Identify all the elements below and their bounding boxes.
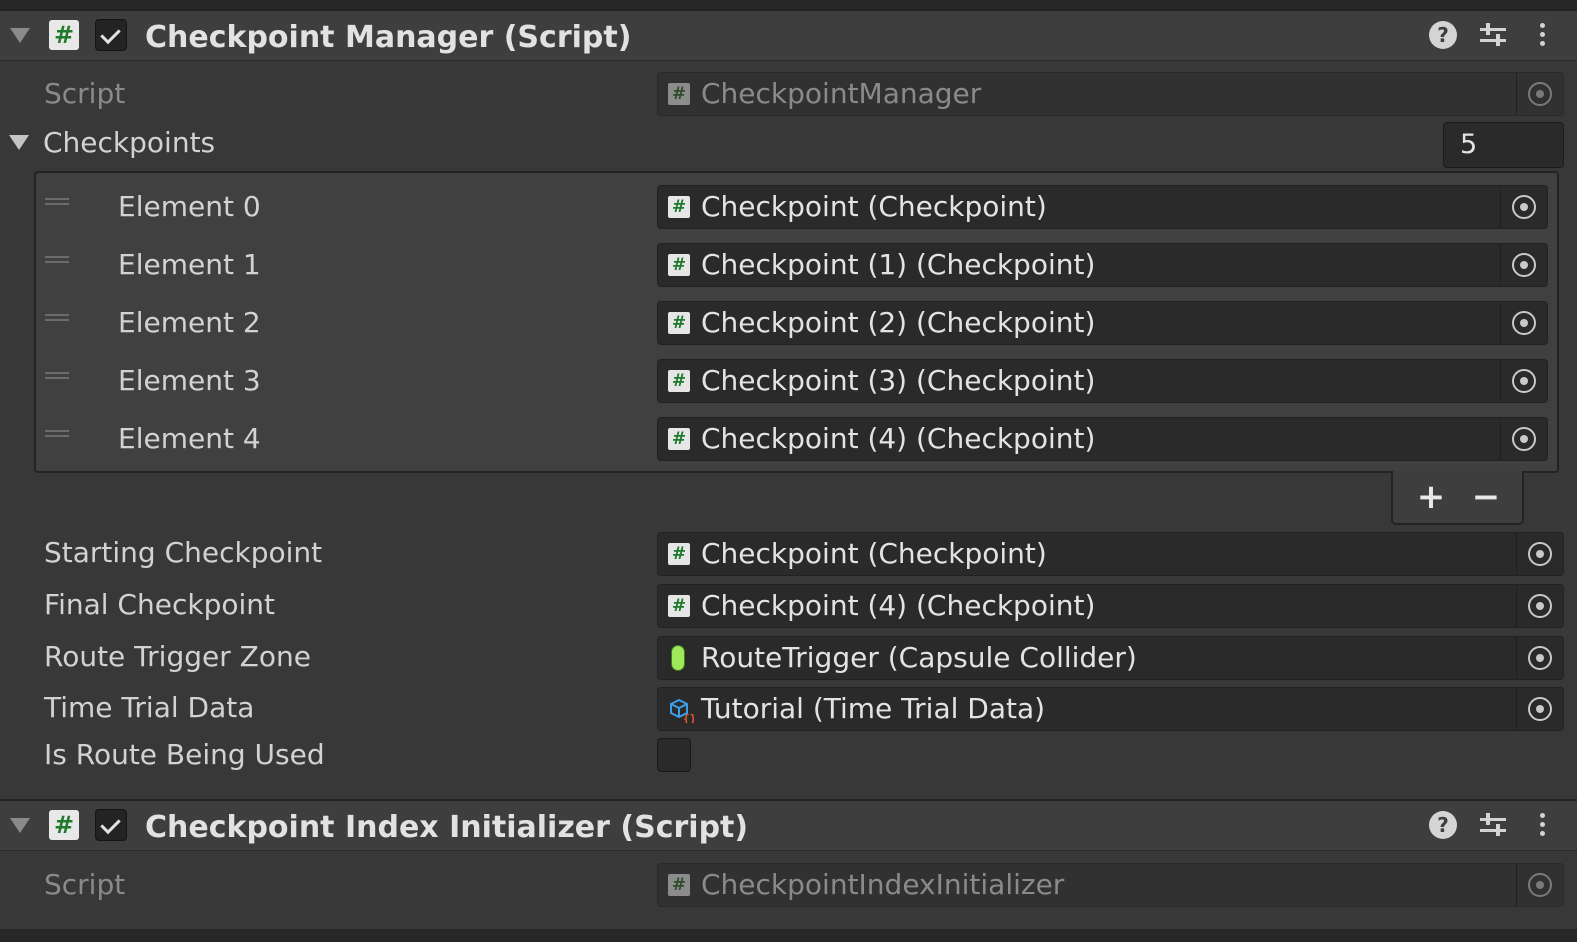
object-picker-icon xyxy=(1516,864,1563,906)
object-picker-icon[interactable] xyxy=(1500,360,1547,402)
bottom-divider xyxy=(0,929,1577,942)
element-value: Checkpoint (1) (Checkpoint) xyxy=(701,248,1096,281)
final-checkpoint-label: Final Checkpoint xyxy=(44,588,275,621)
element-label: Element 1 xyxy=(118,248,261,281)
is-route-being-used-checkbox[interactable] xyxy=(657,738,691,772)
time-trial-data-field[interactable]: {} Tutorial (Time Trial Data) xyxy=(657,687,1564,731)
object-picker-icon[interactable] xyxy=(1500,418,1547,460)
kebab-menu-icon[interactable] xyxy=(1530,21,1554,49)
script-value: CheckpointIndexInitializer xyxy=(701,868,1065,901)
kebab-menu-icon[interactable] xyxy=(1530,811,1554,839)
list-footer: + − xyxy=(1391,471,1524,525)
element-label: Element 4 xyxy=(118,422,261,455)
element-value: Checkpoint (2) (Checkpoint) xyxy=(701,306,1096,339)
script-icon: # xyxy=(668,254,690,276)
remove-element-button[interactable]: − xyxy=(1466,477,1506,517)
drag-handle-icon[interactable] xyxy=(45,314,69,321)
component-header-checkpoint-index-initializer[interactable]: # Checkpoint Index Initializer (Script) … xyxy=(0,799,1577,851)
route-trigger-zone-field[interactable]: RouteTrigger (Capsule Collider) xyxy=(657,636,1564,680)
element-label: Element 3 xyxy=(118,364,261,397)
help-icon[interactable]: ? xyxy=(1429,21,1457,49)
script-icon: # xyxy=(668,196,690,218)
script-icon: # xyxy=(49,20,79,50)
element-label: Element 0 xyxy=(118,190,261,223)
object-picker-icon xyxy=(1516,73,1563,115)
time-trial-data-label: Time Trial Data xyxy=(44,691,255,724)
component-header-checkpoint-manager[interactable]: # Checkpoint Manager (Script) ? xyxy=(0,9,1577,61)
presets-icon[interactable] xyxy=(1480,811,1508,839)
foldout-arrow-icon[interactable] xyxy=(10,818,30,833)
element-field[interactable]: # Checkpoint (Checkpoint) xyxy=(657,185,1548,229)
is-route-being-used-label: Is Route Being Used xyxy=(44,738,325,771)
script-icon: # xyxy=(668,543,690,565)
element-value: Checkpoint (Checkpoint) xyxy=(701,190,1047,223)
component-title: Checkpoint Index Initializer (Script) xyxy=(145,810,749,845)
script-field: # CheckpointIndexInitializer xyxy=(657,863,1564,907)
component-enabled-checkbox[interactable] xyxy=(95,19,127,51)
script-icon: # xyxy=(668,83,690,105)
component-enabled-checkbox[interactable] xyxy=(95,809,127,841)
object-picker-icon[interactable] xyxy=(1516,688,1563,730)
element-value: Checkpoint (4) (Checkpoint) xyxy=(701,422,1096,455)
script-icon: # xyxy=(668,874,690,896)
scriptable-object-icon: {} xyxy=(670,698,694,723)
route-trigger-zone-value: RouteTrigger (Capsule Collider) xyxy=(701,641,1137,674)
object-picker-icon[interactable] xyxy=(1516,637,1563,679)
add-element-button[interactable]: + xyxy=(1411,477,1451,517)
element-label: Element 2 xyxy=(118,306,261,339)
presets-icon[interactable] xyxy=(1480,21,1508,49)
final-checkpoint-value: Checkpoint (4) (Checkpoint) xyxy=(701,589,1096,622)
drag-handle-icon[interactable] xyxy=(45,256,69,263)
script-field: # CheckpointManager xyxy=(657,72,1564,116)
checkpoints-foldout-arrow-icon[interactable] xyxy=(9,135,29,150)
capsule-collider-icon xyxy=(671,645,685,671)
route-trigger-zone-label: Route Trigger Zone xyxy=(44,640,311,673)
time-trial-data-value: Tutorial (Time Trial Data) xyxy=(701,692,1046,725)
object-picker-icon[interactable] xyxy=(1500,244,1547,286)
element-field[interactable]: # Checkpoint (1) (Checkpoint) xyxy=(657,243,1548,287)
drag-handle-icon[interactable] xyxy=(45,198,69,205)
object-picker-icon[interactable] xyxy=(1500,302,1547,344)
script-value: CheckpointManager xyxy=(701,77,982,110)
component-title: Checkpoint Manager (Script) xyxy=(145,20,632,55)
element-field[interactable]: # Checkpoint (2) (Checkpoint) xyxy=(657,301,1548,345)
final-checkpoint-field[interactable]: # Checkpoint (4) (Checkpoint) xyxy=(657,584,1564,628)
script-icon: # xyxy=(49,810,79,840)
drag-handle-icon[interactable] xyxy=(45,372,69,379)
drag-handle-icon[interactable] xyxy=(45,430,69,437)
object-picker-icon[interactable] xyxy=(1500,186,1547,228)
foldout-arrow-icon[interactable] xyxy=(10,28,30,43)
starting-checkpoint-value: Checkpoint (Checkpoint) xyxy=(701,537,1047,570)
svg-text:{}: {} xyxy=(683,712,694,723)
script-icon: # xyxy=(668,428,690,450)
object-picker-icon[interactable] xyxy=(1516,533,1563,575)
help-icon[interactable]: ? xyxy=(1429,811,1457,839)
object-picker-icon[interactable] xyxy=(1516,585,1563,627)
checkpoints-label: Checkpoints xyxy=(43,126,216,159)
top-divider xyxy=(0,0,1577,9)
script-icon: # xyxy=(668,370,690,392)
element-value: Checkpoint (3) (Checkpoint) xyxy=(701,364,1096,397)
starting-checkpoint-field[interactable]: # Checkpoint (Checkpoint) xyxy=(657,532,1564,576)
script-label: Script xyxy=(44,868,126,901)
script-icon: # xyxy=(668,312,690,334)
checkpoints-count-field[interactable]: 5 xyxy=(1443,122,1564,168)
element-field[interactable]: # Checkpoint (4) (Checkpoint) xyxy=(657,417,1548,461)
script-icon: # xyxy=(668,595,690,617)
element-field[interactable]: # Checkpoint (3) (Checkpoint) xyxy=(657,359,1548,403)
script-label: Script xyxy=(44,77,126,110)
starting-checkpoint-label: Starting Checkpoint xyxy=(44,536,323,569)
